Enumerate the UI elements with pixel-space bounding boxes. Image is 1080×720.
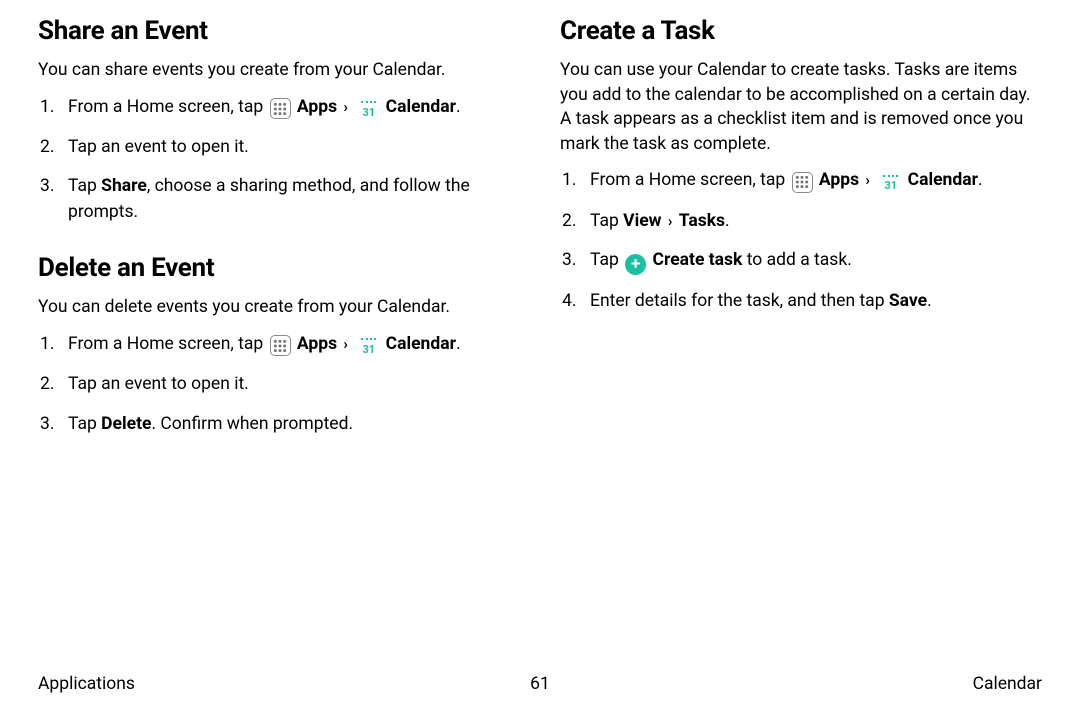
footer-page-number: 61 xyxy=(530,674,550,694)
delete-event-steps: From a Home screen, tap Apps › 31 Calend… xyxy=(38,332,520,437)
delete-step-2: Tap an event to open it. xyxy=(38,372,520,397)
calendar-label: Calendar xyxy=(908,170,978,190)
apps-icon xyxy=(792,172,813,193)
apps-icon xyxy=(270,98,291,119)
step-text: From a Home screen, tap xyxy=(68,97,268,117)
calendar-label: Calendar xyxy=(386,97,456,117)
left-column: Share an Event You can share events you … xyxy=(38,12,520,451)
step-text: Tap xyxy=(590,211,623,231)
page-footer: Applications 61 Calendar xyxy=(38,674,1042,694)
share-event-lead: You can share events you create from you… xyxy=(38,58,520,83)
page-columns: Share an Event You can share events you … xyxy=(38,12,1042,451)
calendar-icon: 31 xyxy=(358,337,379,358)
create-task-steps: From a Home screen, tap Apps › 31 Calend… xyxy=(560,168,1042,314)
step-text: to add a task. xyxy=(742,250,851,270)
footer-left: Applications xyxy=(38,674,135,694)
calendar-icon: 31 xyxy=(880,174,901,195)
task-step-1: From a Home screen, tap Apps › 31 Calend… xyxy=(560,168,1042,195)
plus-icon: + xyxy=(625,254,646,275)
apps-icon xyxy=(270,335,291,356)
period: . xyxy=(927,291,932,311)
create-task-bold: Create task xyxy=(653,250,743,270)
share-step-2: Tap an event to open it. xyxy=(38,135,520,160)
step-text: From a Home screen, tap xyxy=(68,334,268,354)
task-step-4: Enter details for the task, and then tap… xyxy=(560,289,1042,314)
step-text: Tap xyxy=(68,176,101,196)
share-bold: Share xyxy=(101,176,147,196)
calendar-icon: 31 xyxy=(358,100,379,121)
period: . xyxy=(456,334,461,354)
save-bold: Save xyxy=(889,291,927,311)
calendar-label: Calendar xyxy=(386,334,456,354)
task-step-2: Tap View › Tasks. xyxy=(560,209,1042,234)
step-text: From a Home screen, tap xyxy=(590,170,790,190)
footer-right: Calendar xyxy=(973,674,1042,694)
step-text: Tap xyxy=(590,250,623,270)
delete-event-lead: You can delete events you create from yo… xyxy=(38,295,520,320)
period: . xyxy=(725,211,730,231)
share-event-heading: Share an Event xyxy=(38,16,520,46)
delete-step-3: Tap Delete. Confirm when prompted. xyxy=(38,412,520,437)
share-step-1: From a Home screen, tap Apps › 31 Calend… xyxy=(38,95,520,122)
task-step-3: Tap + Create task to add a task. xyxy=(560,248,1042,275)
period: . xyxy=(978,170,983,190)
create-task-lead: You can use your Calendar to create task… xyxy=(560,58,1042,156)
chevron-right-icon: › xyxy=(668,212,673,230)
tasks-bold: Tasks xyxy=(679,211,725,231)
delete-step-1: From a Home screen, tap Apps › 31 Calend… xyxy=(38,332,520,359)
step-text: Enter details for the task, and then tap xyxy=(590,291,889,311)
view-bold: View xyxy=(623,211,661,231)
create-task-heading: Create a Task xyxy=(560,16,1042,46)
share-event-steps: From a Home screen, tap Apps › 31 Calend… xyxy=(38,95,520,226)
apps-label: Apps xyxy=(819,170,859,190)
period: . xyxy=(456,97,461,117)
delete-bold: Delete xyxy=(101,414,151,434)
share-step-3: Tap Share, choose a sharing method, and … xyxy=(38,174,520,225)
chevron-right-icon: › xyxy=(343,98,348,116)
apps-label: Apps xyxy=(297,334,337,354)
step-text: . Confirm when prompted. xyxy=(151,414,353,434)
chevron-right-icon: › xyxy=(865,171,870,189)
apps-label: Apps xyxy=(297,97,337,117)
delete-event-heading: Delete an Event xyxy=(38,253,520,283)
step-text: Tap xyxy=(68,414,101,434)
chevron-right-icon: › xyxy=(343,335,348,353)
right-column: Create a Task You can use your Calendar … xyxy=(560,12,1042,451)
